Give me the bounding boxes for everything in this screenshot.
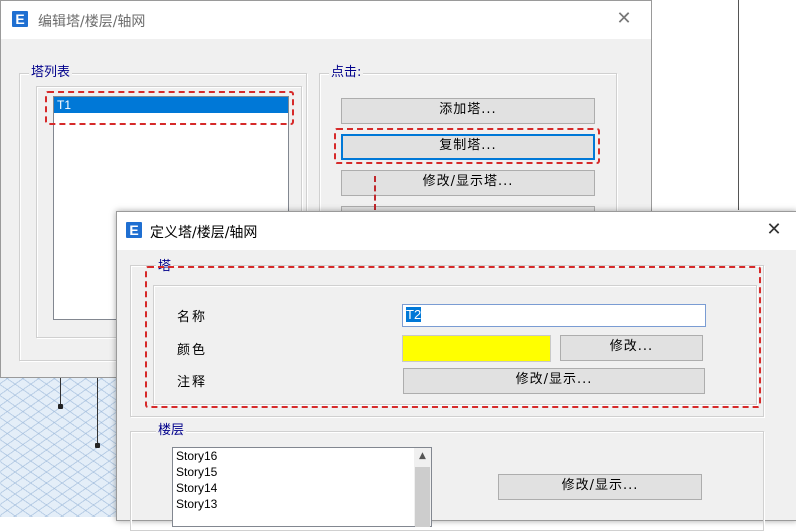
- add-tower-button[interactable]: 添加塔...: [341, 98, 595, 124]
- joint-node: [95, 443, 100, 448]
- app-logo-icon: E: [126, 222, 142, 238]
- annotation-tower-group: [145, 266, 761, 408]
- annotation-tower-list: [45, 91, 294, 125]
- list-item[interactable]: Story14: [173, 480, 431, 496]
- scroll-up-icon[interactable]: ▲: [414, 448, 431, 465]
- annotation-copy-button: [334, 128, 600, 164]
- scroll-thumb[interactable]: [415, 467, 430, 527]
- story-group-label: 楼层: [156, 423, 187, 439]
- list-item[interactable]: Story15: [173, 464, 431, 480]
- title-bar: E 编辑塔/楼层/轴网 ✕: [1, 1, 651, 39]
- click-group-label: 点击:: [329, 65, 364, 81]
- close-icon[interactable]: ✕: [762, 218, 786, 242]
- dialog-title: 定义塔/楼层/轴网: [150, 225, 258, 241]
- close-icon[interactable]: ✕: [612, 7, 636, 31]
- joint-node: [58, 404, 63, 409]
- story-listbox[interactable]: Story16 Story15 Story14 Story13 ▲: [172, 447, 432, 527]
- title-bar: E 定义塔/楼层/轴网 ✕: [117, 212, 796, 250]
- list-item[interactable]: Story13: [173, 496, 431, 512]
- story-modify-button[interactable]: 修改/显示...: [498, 474, 702, 500]
- story-scrollbar[interactable]: ▲: [414, 448, 431, 527]
- list-item[interactable]: Story16: [173, 448, 431, 464]
- app-logo-icon: E: [12, 11, 28, 27]
- viewport-divider: [738, 0, 739, 210]
- column-line: [97, 378, 98, 444]
- tower-list-label: 塔列表: [29, 65, 73, 81]
- modify-tower-button[interactable]: 修改/显示塔...: [341, 170, 595, 196]
- dialog-title: 编辑塔/楼层/轴网: [38, 14, 146, 30]
